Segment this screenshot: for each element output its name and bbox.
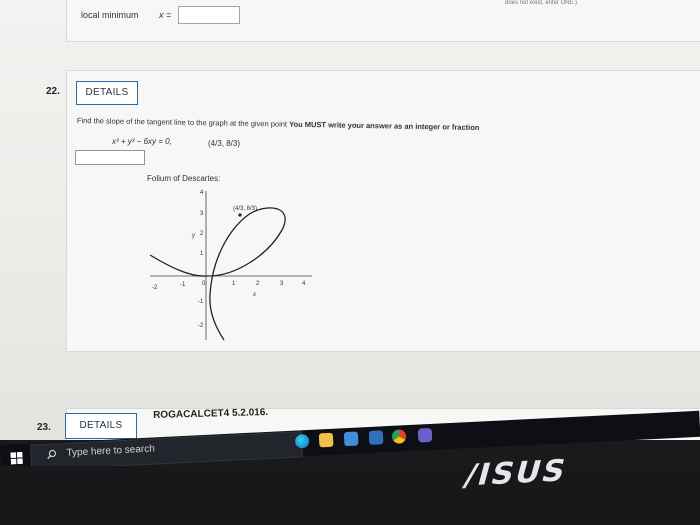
y-tick: 1: [200, 251, 204, 257]
edge-icon[interactable]: [294, 433, 310, 449]
question-23-number: 23.: [37, 422, 51, 433]
question-22-equation: x³ + y³ − 6xy = 0,: [112, 137, 172, 146]
y-tick: 2: [200, 231, 204, 237]
dne-hint: does not exist, enter DNE.): [505, 0, 578, 6]
asus-logo: /ISUS: [460, 453, 572, 494]
x-tick: 0: [202, 281, 206, 287]
y-tick: 3: [200, 211, 204, 217]
question-22-point: (4/3, 8/3): [208, 139, 241, 148]
y-axis-label: y: [191, 233, 196, 239]
x-tick: 4: [302, 281, 306, 287]
laptop-bezel: [0, 466, 700, 525]
x-tick: 1: [232, 281, 236, 287]
mail-icon[interactable]: [368, 430, 384, 445]
search-icon: [47, 449, 57, 460]
point-label: (4/3, 8/3): [233, 206, 257, 212]
question-23-details-button[interactable]: DETAILS: [65, 413, 137, 439]
chrome-icon[interactable]: [391, 429, 407, 444]
y-tick: 4: [200, 190, 204, 196]
x-tick: -1: [180, 282, 186, 288]
x-tick: -2: [152, 285, 158, 291]
y-tick: -1: [198, 299, 204, 305]
local-minimum-input[interactable]: [178, 6, 240, 24]
previous-question-card: local minimum x =: [66, 0, 700, 42]
curve-left-branch: [149, 254, 207, 277]
slope-answer-input[interactable]: [75, 150, 145, 165]
question-22-details-button[interactable]: DETAILS: [76, 81, 138, 105]
store-icon[interactable]: [343, 431, 359, 447]
question-22-number: 22.: [46, 86, 60, 97]
local-minimum-label: local minimum: [81, 10, 139, 20]
y-tick: -2: [198, 323, 204, 329]
graph-title: Folium of Descartes:: [147, 174, 221, 183]
windows-start-icon[interactable]: [10, 451, 23, 465]
curve-loop: [205, 207, 286, 341]
point-marker: [238, 213, 242, 217]
folium-graph: (4/3, 8/3) y x -2 -1 0 1 2 3 4 4 3 2 1 -…: [149, 190, 312, 341]
x-tick: 2: [256, 281, 260, 287]
teams-icon[interactable]: [417, 427, 433, 443]
x-axis-label: x: [252, 292, 257, 298]
x-tick: 3: [280, 281, 284, 287]
browser-page: local minimum x = does not exist, enter …: [0, 0, 700, 440]
file-explorer-icon[interactable]: [318, 432, 334, 448]
x-equals-label: x =: [159, 10, 172, 20]
